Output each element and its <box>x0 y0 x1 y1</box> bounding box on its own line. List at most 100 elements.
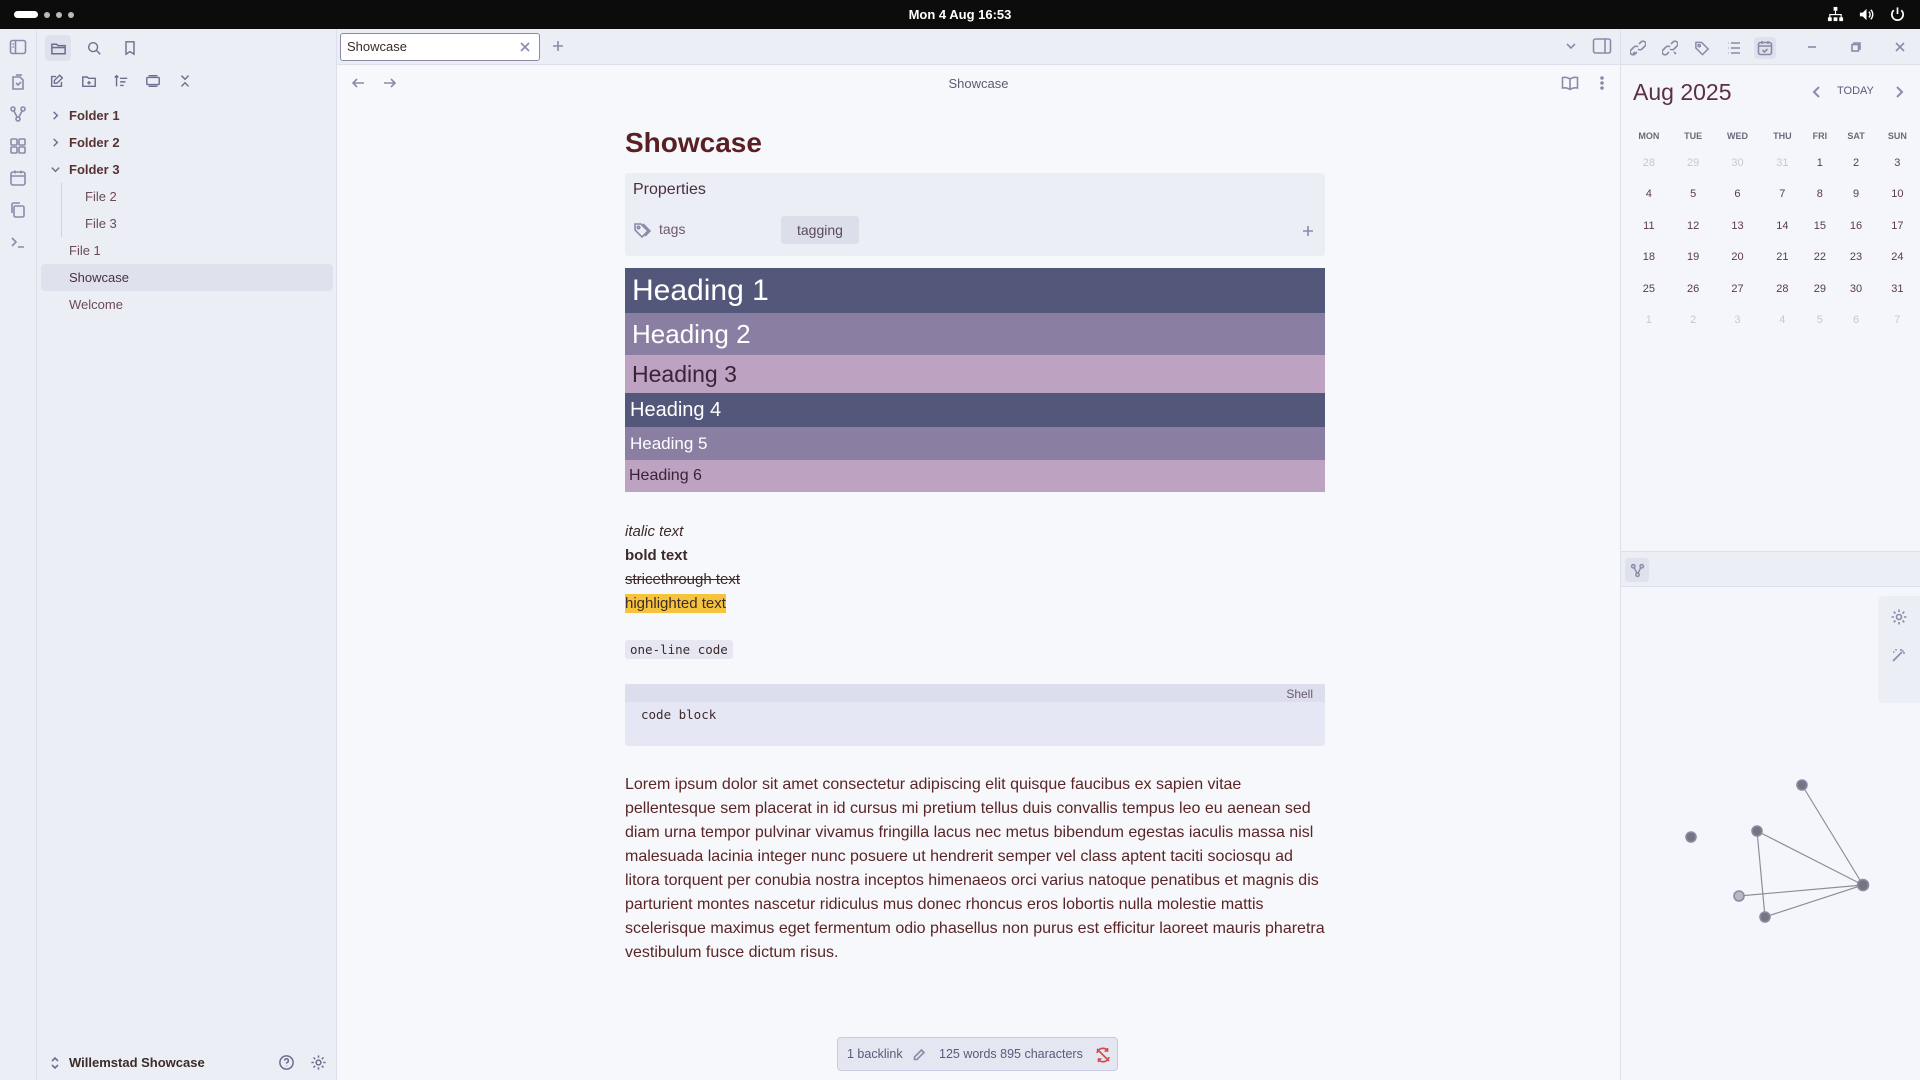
calendar-day[interactable]: 28 <box>1761 273 1803 305</box>
calendar-day[interactable]: 14 <box>1761 210 1803 242</box>
calendar-day[interactable]: 16 <box>1836 210 1875 242</box>
tab-showcase[interactable]: Showcase <box>340 33 540 61</box>
calendar-day[interactable]: 30 <box>1714 147 1762 179</box>
graph-canvas[interactable] <box>1621 587 1920 1080</box>
bookmarks-tab[interactable] <box>117 35 143 61</box>
calendar-day[interactable]: 25 <box>1625 273 1673 305</box>
calendar-day[interactable]: 31 <box>1876 273 1919 305</box>
reading-view-icon[interactable] <box>1561 75 1579 91</box>
calendar-day[interactable]: 10 <box>1876 179 1919 211</box>
calendar-day[interactable]: 27 <box>1714 273 1762 305</box>
tree-folder-2[interactable]: Folder 2 <box>41 129 333 156</box>
help-icon[interactable] <box>278 1054 295 1071</box>
calendar-day[interactable]: 26 <box>1673 273 1714 305</box>
calendar-day[interactable]: 29 <box>1673 147 1714 179</box>
calendar-day[interactable]: 5 <box>1673 179 1714 211</box>
calendar-day[interactable]: 5 <box>1803 305 1836 337</box>
calendar-day[interactable]: 7 <box>1876 305 1919 337</box>
tree-file-showcase[interactable]: Showcase <box>41 264 333 291</box>
graph-view-tab[interactable] <box>1625 558 1649 582</box>
calendar-day[interactable]: 9 <box>1836 179 1875 211</box>
sync-off-icon[interactable] <box>1095 1047 1111 1063</box>
more-options-icon[interactable] <box>1599 75 1605 91</box>
close-tab-icon[interactable] <box>519 41 531 53</box>
calendar-day[interactable]: 6 <box>1836 305 1875 337</box>
breadcrumb[interactable]: Showcase <box>337 76 1620 91</box>
calendar-tab[interactable] <box>1754 37 1776 59</box>
calendar-day[interactable]: 15 <box>1803 210 1836 242</box>
vault-name[interactable]: Willemstad Showcase <box>69 1055 205 1070</box>
calendar-day[interactable]: 4 <box>1625 179 1673 211</box>
calendar-day[interactable]: 22 <box>1803 242 1836 274</box>
settings-gear-icon[interactable] <box>310 1054 327 1071</box>
calendar-day[interactable]: 3 <box>1876 147 1919 179</box>
canvas-icon[interactable] <box>9 137 27 155</box>
calendar-day[interactable]: 7 <box>1761 179 1803 211</box>
calendar-day[interactable]: 12 <box>1673 210 1714 242</box>
calendar-day[interactable]: 17 <box>1876 210 1919 242</box>
property-key-tags[interactable]: tags <box>659 221 685 237</box>
calendar-icon[interactable] <box>9 169 27 187</box>
note-title[interactable]: Showcase <box>625 127 1325 159</box>
note-content[interactable]: Showcase Properties tags tagging Heading… <box>625 127 1325 965</box>
tags-tab[interactable] <box>1691 37 1713 59</box>
system-tray[interactable] <box>1827 6 1906 23</box>
calendar-day[interactable]: 1 <box>1803 147 1836 179</box>
file-pages-icon[interactable] <box>9 73 27 91</box>
calendar-day[interactable]: 11 <box>1625 210 1673 242</box>
calendar-day[interactable]: 19 <box>1673 242 1714 274</box>
outline-tab[interactable] <box>1723 37 1745 59</box>
restore-icon[interactable] <box>1850 41 1862 53</box>
tree-folder-1[interactable]: Folder 1 <box>41 102 333 129</box>
prev-month-icon[interactable] <box>1811 85 1823 99</box>
minimize-icon[interactable] <box>1806 41 1818 53</box>
close-window-icon[interactable] <box>1894 41 1906 53</box>
vault-switcher[interactable]: Willemstad Showcase <box>37 1046 337 1080</box>
backlinks-tab[interactable] <box>1627 37 1649 59</box>
calendar-day[interactable]: 18 <box>1625 242 1673 274</box>
volume-icon[interactable] <box>1858 6 1875 23</box>
calendar-day[interactable]: 29 <box>1803 273 1836 305</box>
calendar-day[interactable]: 6 <box>1714 179 1762 211</box>
auto-reveal-button[interactable] <box>143 71 163 91</box>
calendar-day[interactable]: 2 <box>1836 147 1875 179</box>
today-button[interactable]: TODAY <box>1837 85 1874 97</box>
calendar-day[interactable]: 23 <box>1836 242 1875 274</box>
files-tab[interactable] <box>45 35 71 61</box>
tag-pill[interactable]: tagging <box>781 216 859 244</box>
calendar-day[interactable]: 13 <box>1714 210 1762 242</box>
word-char-count[interactable]: 125 words 895 characters <box>939 1047 1083 1061</box>
vault-selector-icon[interactable] <box>49 1056 61 1070</box>
terminal-icon[interactable] <box>9 233 27 251</box>
tree-file-2[interactable]: File 2 <box>41 183 333 210</box>
calendar-day[interactable]: 21 <box>1761 242 1803 274</box>
new-folder-button[interactable] <box>79 71 99 91</box>
calendar-day[interactable]: 20 <box>1714 242 1762 274</box>
system-clock[interactable]: Mon 4 Aug 16:53 <box>0 7 1920 22</box>
calendar-day[interactable]: 4 <box>1761 305 1803 337</box>
sidebar-toggle-icon[interactable] <box>9 38 27 56</box>
copy-icon[interactable] <box>9 201 27 219</box>
calendar-day[interactable]: 30 <box>1836 273 1875 305</box>
tab-list-chevron-icon[interactable] <box>1564 39 1578 53</box>
calendar-day[interactable]: 3 <box>1714 305 1762 337</box>
calendar-day[interactable]: 24 <box>1876 242 1919 274</box>
outgoing-links-tab[interactable] <box>1659 37 1681 59</box>
collapse-all-button[interactable] <box>175 71 195 91</box>
edit-mode-icon[interactable] <box>912 1048 926 1062</box>
add-property-icon[interactable] <box>1301 224 1315 238</box>
graph-icon[interactable] <box>9 105 27 123</box>
calendar-day[interactable]: 2 <box>1673 305 1714 337</box>
tree-file-welcome[interactable]: Welcome <box>41 291 333 318</box>
network-icon[interactable] <box>1827 6 1844 23</box>
properties-label[interactable]: Properties <box>633 181 706 199</box>
calendar-day[interactable]: 8 <box>1803 179 1836 211</box>
next-month-icon[interactable] <box>1893 85 1905 99</box>
tree-folder-3[interactable]: Folder 3 <box>41 156 333 183</box>
calendar-day[interactable]: 31 <box>1761 147 1803 179</box>
new-note-button[interactable] <box>47 71 67 91</box>
tree-file-3[interactable]: File 3 <box>41 210 333 237</box>
backlinks-count[interactable]: 1 backlink <box>847 1047 903 1061</box>
right-sidebar-toggle-icon[interactable] <box>1592 37 1612 55</box>
new-tab-icon[interactable] <box>551 39 565 53</box>
